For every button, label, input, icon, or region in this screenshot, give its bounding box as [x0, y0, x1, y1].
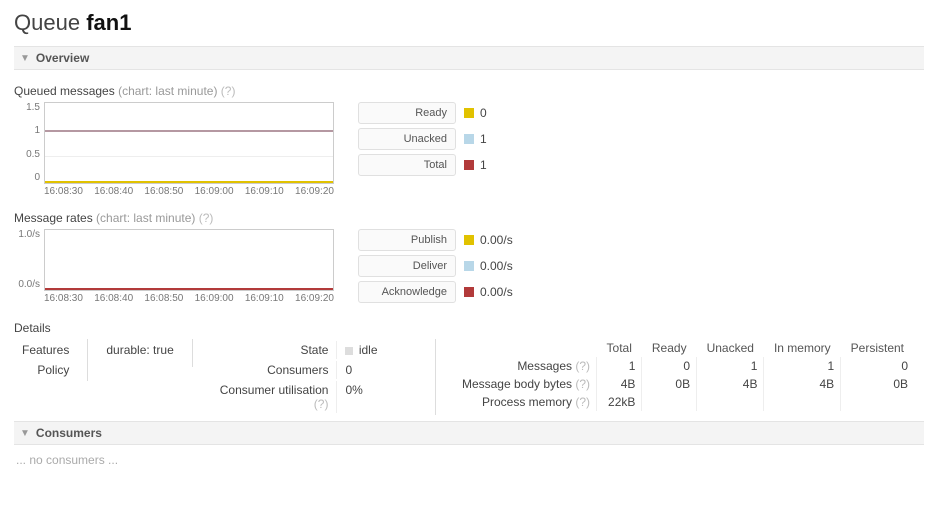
util-value: 0% — [336, 381, 422, 413]
help-icon[interactable]: (?) — [575, 359, 590, 373]
swatch-icon — [464, 235, 474, 245]
stats-table: Total Ready Unacked In memory Persistent… — [456, 339, 914, 411]
section-consumers-header[interactable]: ▼ Consumers — [14, 421, 924, 445]
legend-ready: Ready 0 — [358, 102, 487, 124]
rates-help-icon[interactable]: (?) — [199, 211, 214, 225]
util-label: Consumer utilisation — [220, 383, 329, 397]
section-overview-header[interactable]: ▼ Overview — [14, 46, 924, 70]
chevron-down-icon: ▼ — [20, 428, 30, 439]
swatch-icon — [464, 287, 474, 297]
swatch-icon — [464, 134, 474, 144]
rates-legend: Publish 0.00/s Deliver 0.00/s Acknowledg… — [358, 229, 513, 307]
legend-acknowledge: Acknowledge 0.00/s — [358, 281, 513, 303]
features-value: durable: true — [100, 341, 179, 359]
state-label: State — [205, 341, 335, 359]
details-heading: Details — [14, 321, 924, 335]
title-prefix: Queue — [14, 10, 80, 35]
legend-unacked: Unacked 1 — [358, 128, 487, 150]
section-consumers-title: Consumers — [36, 426, 102, 440]
table-row: Message body bytes (?) 4B 0B 4B 4B 0B — [456, 375, 914, 393]
series-ack — [45, 288, 333, 290]
section-overview-body: Queued messages (chart: last minute) (?)… — [14, 70, 924, 421]
queue-name: fan1 — [86, 10, 131, 35]
policy-label: Policy — [16, 361, 75, 379]
details-block: Features Policy durable: true State idle — [14, 339, 924, 415]
consumers-empty: ... no consumers ... — [14, 445, 924, 475]
queued-help-icon[interactable]: (?) — [221, 84, 236, 98]
section-overview-title: Overview — [36, 51, 89, 65]
util-help-icon[interactable]: (?) — [314, 397, 329, 411]
legend-publish: Publish 0.00/s — [358, 229, 513, 251]
features-label: Features — [16, 341, 75, 359]
help-icon[interactable]: (?) — [575, 395, 590, 409]
table-row: Process memory (?) 22kB — [456, 393, 914, 411]
swatch-icon — [464, 160, 474, 170]
legend-total: Total 1 — [358, 154, 487, 176]
consumers-value: 0 — [336, 361, 422, 379]
series-unacked — [45, 130, 333, 132]
table-row: Messages (?) 1 0 1 1 0 — [456, 357, 914, 375]
rates-chart: 1.0/s 0.0/s 16:08:30 16:08:40 16:08:50 1… — [14, 229, 334, 304]
queued-legend: Ready 0 Unacked 1 Total 1 — [358, 102, 487, 180]
legend-deliver: Deliver 0.00/s — [358, 255, 513, 277]
rates-heading: Message rates (chart: last minute) (?) — [14, 211, 924, 225]
policy-value — [100, 361, 179, 365]
swatch-icon — [464, 108, 474, 118]
series-ready — [45, 181, 333, 183]
state-value: idle — [359, 343, 378, 357]
consumers-label: Consumers — [205, 361, 335, 379]
queued-chart: 1.5 1 0.5 0 16:08:30 16:08:40 16:08:50 1… — [14, 102, 334, 197]
chevron-down-icon: ▼ — [20, 53, 30, 64]
queued-heading: Queued messages (chart: last minute) (?) — [14, 84, 924, 98]
page-title: Queue fan1 — [14, 10, 924, 36]
idle-icon — [345, 347, 353, 355]
swatch-icon — [464, 261, 474, 271]
help-icon[interactable]: (?) — [575, 377, 590, 391]
